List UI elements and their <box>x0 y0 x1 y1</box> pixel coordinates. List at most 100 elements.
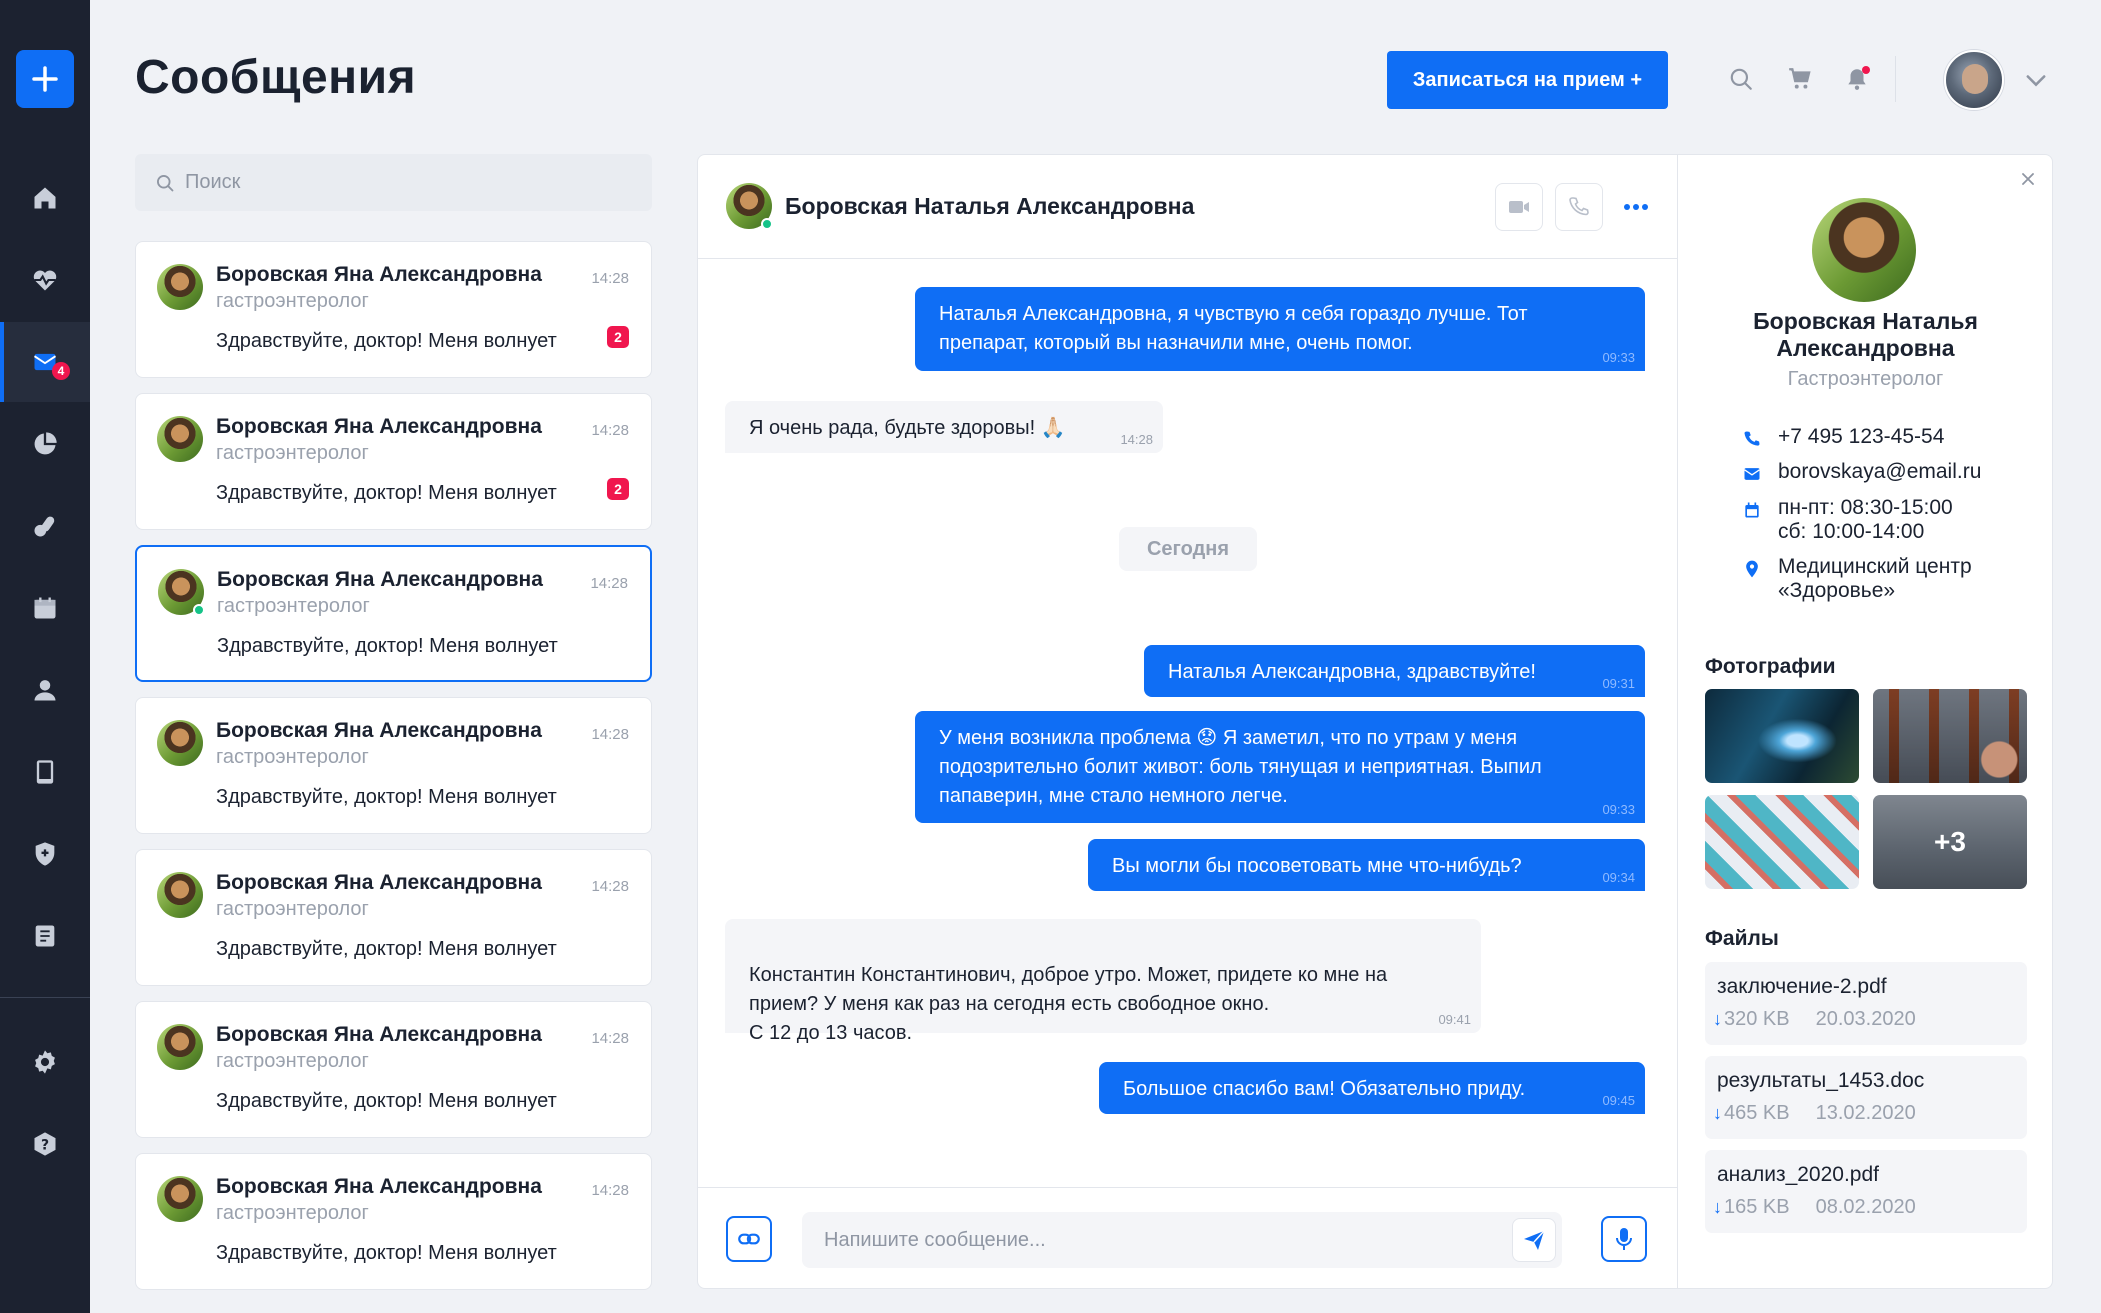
download-arrow-icon[interactable]: ↓ <box>1713 1009 1722 1030</box>
close-panel-button[interactable] <box>2018 169 2038 189</box>
conversation-item[interactable]: Боровская Яна Александровна гастроэнтерол… <box>135 241 652 378</box>
contact-name: Боровская Наталья Александровна <box>785 193 1195 219</box>
microphone-icon <box>1616 1228 1632 1250</box>
file-name: анализ_2020.pdf <box>1717 1163 1879 1186</box>
sidebar-item-medications[interactable] <box>0 486 90 566</box>
sidebar-item-doctors[interactable] <box>0 650 90 730</box>
video-camera-icon <box>1509 201 1529 213</box>
location-pin-icon <box>1746 560 1758 578</box>
calendar-icon <box>1745 502 1759 518</box>
file-item[interactable]: анализ_2020.pdf ↓ 165 KB 08.02.2020 <box>1705 1150 2027 1233</box>
search-button[interactable] <box>1726 64 1756 94</box>
message-field <box>802 1212 1562 1268</box>
conversation-item[interactable]: Боровская Яна Александровна гастроэнтерол… <box>135 1153 652 1290</box>
search-icon <box>157 174 174 191</box>
message-time: 09:33 <box>1602 802 1635 817</box>
search-icon <box>1730 68 1752 90</box>
more-photos-count: +3 <box>1934 826 1966 857</box>
conversation-item[interactable]: Боровская Яна Александровна гастроэнтерол… <box>135 393 652 530</box>
sidebar-item-home[interactable] <box>0 158 90 238</box>
user-avatar[interactable] <box>1944 50 2004 110</box>
conversation-snippet: Здравствуйте, доктор! Меня волнует <box>217 635 558 657</box>
message-text: Большое спасибо вам! Обязательно приду. <box>1123 1078 1526 1100</box>
download-arrow-icon[interactable]: ↓ <box>1713 1197 1722 1218</box>
help-icon: ? <box>34 1132 56 1156</box>
contact-profile-panel: Боровская Наталья Александровна Гастроэн… <box>1678 154 2053 1289</box>
conversation-time: 14:28 <box>591 726 629 743</box>
photo-thumbnail[interactable] <box>1873 689 2027 783</box>
file-item[interactable]: заключение-2.pdf ↓ 320 KB 20.03.2020 <box>1705 962 2027 1045</box>
profile-email[interactable]: borovskaya@email.ru <box>1742 460 1981 484</box>
photo-thumbnail[interactable] <box>1705 795 1859 889</box>
message-input[interactable] <box>824 1212 1504 1268</box>
sidebar-item-records[interactable] <box>0 896 90 976</box>
file-size: 320 KB <box>1724 1008 1790 1030</box>
conversation-item[interactable]: Боровская Яна Александровна гастроэнтерол… <box>135 545 652 682</box>
sidebar-item-insurance[interactable] <box>0 814 90 894</box>
send-button[interactable] <box>1512 1218 1556 1262</box>
conversation-role: гастроэнтеролог <box>216 1050 369 1072</box>
hours-weekdays: пн-пт: 08:30-15:00 <box>1778 496 1953 519</box>
online-indicator <box>193 604 205 616</box>
message-bubble: Большое спасибо вам! Обязательно приду. … <box>1099 1062 1645 1114</box>
conversation-snippet: Здравствуйте, доктор! Меня волнует <box>216 1242 557 1264</box>
voice-message-button[interactable] <box>1601 1216 1647 1262</box>
calendar-icon <box>34 597 56 619</box>
profile-location[interactable]: Медицинский центр «Здоровье» <box>1742 555 2008 603</box>
video-call-button[interactable] <box>1495 183 1543 231</box>
add-button[interactable] <box>16 50 74 108</box>
shield-icon <box>35 842 55 866</box>
sidebar-item-health[interactable] <box>0 240 90 320</box>
notifications-button[interactable] <box>1842 64 1872 94</box>
file-date: 13.02.2020 <box>1815 1102 1916 1124</box>
sidebar-item-statistics[interactable] <box>0 404 90 484</box>
gear-icon <box>35 1050 55 1074</box>
photo-thumbnail[interactable] <box>1705 689 1859 783</box>
more-horizontal-icon <box>1624 204 1648 210</box>
search-input[interactable] <box>185 171 625 194</box>
more-options-button[interactable] <box>1622 195 1650 219</box>
files-section-title: Файлы <box>1705 927 1779 950</box>
contact-avatar[interactable] <box>726 183 773 230</box>
conversation-time: 14:28 <box>591 1030 629 1047</box>
cart-button[interactable] <box>1785 64 1815 94</box>
conversation-name: Боровская Яна Александровна <box>216 1175 542 1198</box>
profile-phone[interactable]: +7 495 123-45-54 <box>1742 425 1944 449</box>
sidebar-item-settings[interactable] <box>0 1022 90 1102</box>
conversation-name: Боровская Яна Александровна <box>216 871 542 894</box>
book-icon <box>35 925 55 947</box>
conversation-snippet: Здравствуйте, доктор! Меня волнует <box>216 938 557 960</box>
message-bubble: У меня возникла проблема 😟 Я заметил, чт… <box>915 711 1645 823</box>
sidebar-item-devices[interactable] <box>0 732 90 812</box>
message-composer <box>698 1187 1679 1290</box>
photos-section-title: Фотографии <box>1705 655 1836 678</box>
profile-avatar <box>1812 198 1916 302</box>
sidebar-item-calendar[interactable] <box>0 568 90 648</box>
file-size: 165 KB <box>1724 1196 1790 1218</box>
sidebar-item-messages[interactable]: 4 <box>0 322 90 402</box>
conversation-avatar <box>157 264 203 310</box>
file-item[interactable]: результаты_1453.doc ↓ 465 KB 13.02.2020 <box>1705 1056 2027 1139</box>
heart-pulse-icon <box>33 270 57 291</box>
pie-chart-icon <box>34 432 57 455</box>
message-time: 09:45 <box>1602 1093 1635 1108</box>
message-bubble: Наталья Александровна, я чувствую я себя… <box>915 287 1645 371</box>
download-arrow-icon[interactable]: ↓ <box>1713 1103 1722 1124</box>
sidebar-divider <box>0 997 90 998</box>
conversation-item[interactable]: Боровская Яна Александровна гастроэнтерол… <box>135 1001 652 1138</box>
chevron-down-icon[interactable] <box>2022 66 2050 94</box>
conversation-avatar <box>157 1176 203 1222</box>
attach-button[interactable] <box>726 1216 772 1262</box>
book-appointment-button[interactable]: Записаться на прием + <box>1387 51 1668 109</box>
conversation-name: Боровская Яна Александровна <box>216 263 542 286</box>
user-icon <box>34 680 56 701</box>
conversation-role: гастроэнтеролог <box>216 746 369 768</box>
more-photos-button[interactable]: +3 <box>1873 795 2027 889</box>
sidebar-item-help[interactable]: ? <box>0 1104 90 1184</box>
conversation-item[interactable]: Боровская Яна Александровна гастроэнтерол… <box>135 849 652 986</box>
conversation-item[interactable]: Боровская Яна Александровна гастроэнтерол… <box>135 697 652 834</box>
phone-call-button[interactable] <box>1555 183 1603 231</box>
message-time: 09:41 <box>1438 1012 1471 1027</box>
message-text: Наталья Александровна, здравствуйте! <box>1168 661 1536 683</box>
chat-header: Боровская Наталья Александровна <box>698 155 1679 259</box>
